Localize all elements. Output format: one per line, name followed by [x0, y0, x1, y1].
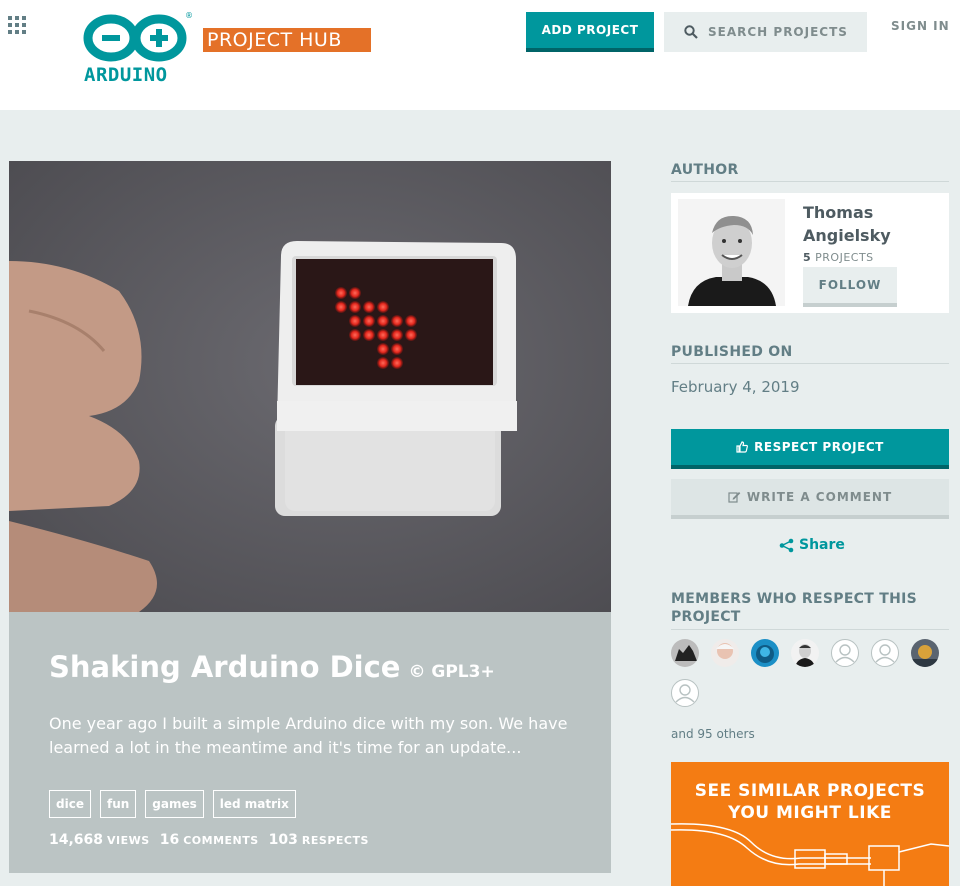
tag-games[interactable]: games: [145, 790, 204, 818]
member-avatar-placeholder[interactable]: [831, 639, 859, 667]
tag-fun[interactable]: fun: [99, 790, 137, 818]
respect-project-label: RESPECT PROJECT: [754, 440, 884, 454]
others-count[interactable]: and 95 others: [671, 727, 755, 741]
project-stats: 14,668 VIEWS 16 COMMENTS 103 RESPECTS: [49, 832, 369, 848]
similar-projects-label: SEE SIMILAR PROJECTS YOU MIGHT LIKE: [694, 781, 926, 823]
project-cover-image[interactable]: [9, 161, 611, 612]
comments-stat[interactable]: 16 COMMENTS: [160, 832, 259, 848]
registered-mark: ®: [185, 11, 193, 20]
respects-stat[interactable]: 103 RESPECTS: [269, 832, 369, 848]
license-badge[interactable]: © GPL3+: [408, 662, 494, 682]
user-placeholder-icon: [835, 644, 855, 663]
project-summary-panel: Shaking Arduino Dice © GPL3+ One year ag…: [9, 612, 611, 873]
share-icon: [779, 538, 794, 552]
author-projects-count: 5: [803, 251, 812, 264]
tag-list: dice fun games led matrix: [49, 790, 296, 818]
author-projects: 5 PROJECTS: [803, 251, 874, 264]
search-icon: [684, 25, 698, 39]
member-avatar-placeholder[interactable]: [671, 679, 699, 707]
project-description: One year ago I built a simple Arduino di…: [49, 714, 568, 757]
title-row: Shaking Arduino Dice © GPL3+: [49, 650, 495, 684]
user-placeholder-icon: [875, 644, 895, 663]
author-avatar[interactable]: [678, 199, 785, 306]
member-avatar[interactable]: [791, 639, 819, 667]
author-projects-label: PROJECTS: [815, 251, 874, 264]
follow-button[interactable]: FOLLOW: [803, 267, 897, 307]
write-comment-label: WRITE A COMMENT: [746, 490, 893, 504]
member-avatar[interactable]: [911, 639, 939, 667]
similar-projects-banner[interactable]: SEE SIMILAR PROJECTS YOU MIGHT LIKE: [671, 762, 949, 886]
respect-project-button[interactable]: RESPECT PROJECT: [671, 429, 949, 469]
comments-count: 16: [159, 832, 180, 848]
site-header: ® ARDUINO PROJECT HUB ADD PROJECT SEARCH…: [0, 0, 960, 110]
sign-in-link[interactable]: SIGN IN: [891, 19, 950, 33]
pencil-icon: [728, 492, 741, 503]
author-heading: AUTHOR: [671, 162, 949, 182]
views-count: 14,668: [49, 832, 104, 848]
write-comment-button[interactable]: WRITE A COMMENT: [671, 479, 949, 519]
published-heading: PUBLISHED ON: [671, 344, 949, 364]
member-avatar-placeholder[interactable]: [871, 639, 899, 667]
logo-wordmark: ARDUINO: [84, 64, 168, 86]
published-date: February 4, 2019: [671, 378, 800, 396]
search-input[interactable]: SEARCH PROJECTS: [708, 25, 848, 39]
project-hub-badge[interactable]: PROJECT HUB: [203, 28, 371, 52]
respects-label: RESPECTS: [301, 834, 369, 847]
author-card: Thomas Angielsky 5 PROJECTS FOLLOW: [671, 193, 949, 313]
respecting-members: [671, 639, 949, 707]
share-button[interactable]: Share: [779, 537, 845, 553]
apps-grid-icon[interactable]: [8, 16, 28, 34]
views-label: VIEWS: [107, 834, 150, 847]
member-avatar[interactable]: [751, 639, 779, 667]
views-stat: 14,668 VIEWS: [49, 832, 150, 848]
user-placeholder-icon: [675, 684, 695, 703]
project-title: Shaking Arduino Dice: [49, 650, 401, 684]
tag-dice[interactable]: dice: [49, 790, 91, 818]
dice-photo: [9, 161, 611, 612]
members-heading: MEMBERS WHO RESPECT THIS PROJECT: [671, 590, 949, 630]
author-name[interactable]: Thomas Angielsky: [803, 201, 943, 247]
comments-label: COMMENTS: [183, 834, 259, 847]
member-avatar[interactable]: [711, 639, 739, 667]
respects-count: 103: [268, 832, 298, 848]
member-avatar[interactable]: [671, 639, 699, 667]
add-project-button[interactable]: ADD PROJECT: [526, 12, 654, 52]
thumbs-up-icon: [736, 441, 749, 453]
tag-led-matrix[interactable]: led matrix: [212, 790, 296, 818]
search-bar[interactable]: SEARCH PROJECTS: [664, 12, 867, 52]
share-label: Share: [799, 537, 845, 553]
